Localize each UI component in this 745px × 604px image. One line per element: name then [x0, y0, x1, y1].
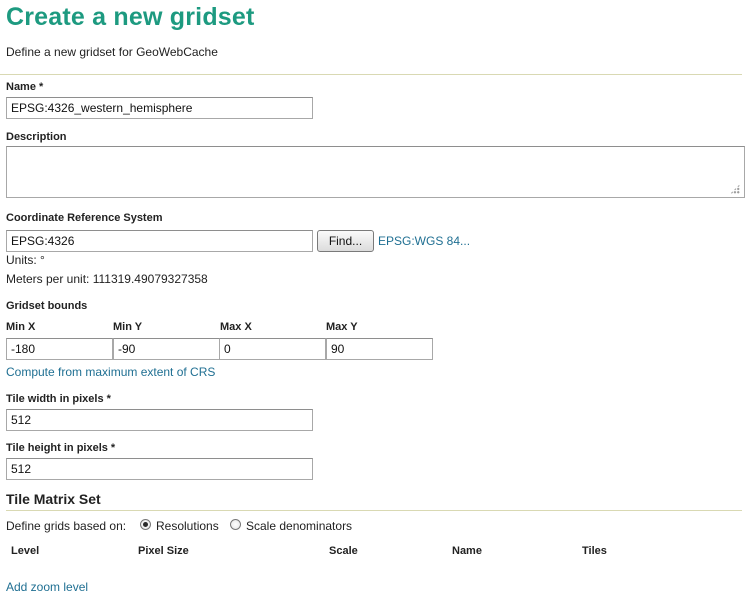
name-label: Name * — [6, 81, 44, 93]
crs-input[interactable] — [6, 230, 313, 252]
name-input[interactable] — [6, 97, 313, 119]
min-x-input[interactable] — [6, 338, 113, 360]
tile-matrix-divider — [6, 510, 742, 511]
min-y-input[interactable] — [113, 338, 220, 360]
tile-width-label: Tile width in pixels * — [6, 393, 111, 405]
tile-width-input[interactable] — [6, 409, 313, 431]
column-header-pixel-size: Pixel Size — [138, 545, 189, 557]
crs-description-link[interactable]: EPSG:WGS 84... — [378, 234, 470, 248]
add-zoom-level-link[interactable]: Add zoom level — [6, 580, 88, 594]
page-title: Create a new gridset — [6, 3, 255, 31]
max-x-label: Max X — [220, 321, 252, 333]
column-header-level: Level — [11, 545, 40, 557]
compute-extent-link[interactable]: Compute from maximum extent of CRS — [6, 365, 215, 379]
description-textarea[interactable] — [6, 146, 745, 198]
tile-height-label: Tile height in pixels * — [6, 442, 116, 454]
crs-label: Coordinate Reference System — [6, 212, 163, 224]
column-header-tiles: Tiles — [582, 545, 607, 557]
page-subtitle: Define a new gridset for GeoWebCache — [6, 45, 218, 59]
find-crs-button[interactable]: Find... — [317, 230, 374, 252]
max-x-input[interactable] — [219, 338, 326, 360]
tile-matrix-set-title: Tile Matrix Set — [6, 491, 101, 507]
min-y-label: Min Y — [113, 321, 143, 333]
header-divider — [0, 74, 742, 75]
resolutions-radio[interactable] — [140, 519, 151, 530]
min-x-label: Min X — [6, 321, 36, 333]
description-label: Description — [6, 131, 67, 143]
crs-units: Units: ° — [6, 253, 45, 267]
gridset-bounds-label: Gridset bounds — [6, 300, 88, 312]
column-header-scale: Scale — [329, 545, 358, 557]
resolutions-option-label[interactable]: Resolutions — [156, 519, 219, 533]
tile-height-input[interactable] — [6, 458, 313, 480]
meters-per-unit: Meters per unit: 111319.49079327358 — [6, 272, 208, 286]
max-y-label: Max Y — [326, 321, 358, 333]
scale-denominators-option-label[interactable]: Scale denominators — [246, 519, 352, 533]
scale-denominators-radio[interactable] — [230, 519, 241, 530]
column-header-name: Name — [452, 545, 482, 557]
max-y-input[interactable] — [326, 338, 433, 360]
define-grids-label: Define grids based on: — [6, 519, 127, 533]
